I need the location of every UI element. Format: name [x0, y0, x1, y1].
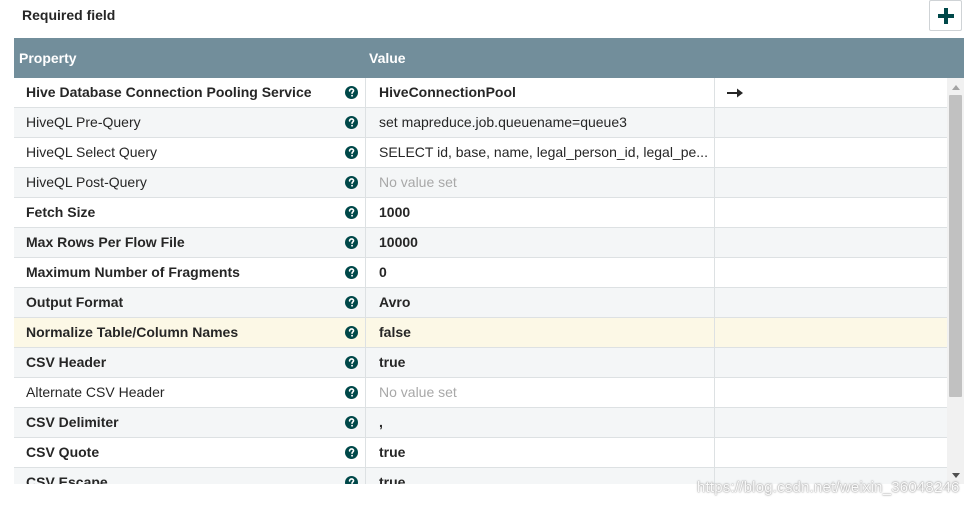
question-circle-icon[interactable] — [341, 168, 361, 197]
question-circle-icon[interactable] — [341, 78, 361, 107]
question-circle-icon[interactable] — [341, 228, 361, 257]
table-row[interactable]: Hive Database Connection Pooling Service… — [14, 78, 947, 108]
vertical-scrollbar[interactable] — [947, 78, 964, 484]
property-value[interactable]: 0 — [365, 258, 714, 287]
property-name: Maximum Number of Fragments — [26, 264, 240, 280]
property-name: Hive Database Connection Pooling Service — [26, 84, 312, 100]
property-action-cell — [714, 198, 947, 227]
property-action-cell — [714, 348, 947, 377]
table-row[interactable]: Maximum Number of Fragments 0 — [14, 258, 947, 288]
property-action-cell — [714, 318, 947, 347]
question-circle-icon[interactable] — [341, 198, 361, 227]
property-action-cell — [714, 138, 947, 167]
column-header-value[interactable]: Value — [369, 38, 406, 78]
properties-table: Property Value Hive Database Connection … — [14, 38, 964, 484]
question-circle-icon[interactable] — [341, 378, 361, 407]
watermark-url: https://blog.csdn.net/weixin_36048246 — [697, 479, 960, 496]
property-name: HiveQL Post-Query — [26, 174, 147, 190]
property-value[interactable]: true — [365, 468, 714, 484]
table-row[interactable]: CSV Header true — [14, 348, 947, 378]
property-action-cell[interactable] — [714, 78, 947, 107]
property-name: CSV Quote — [26, 444, 100, 460]
column-header-property[interactable]: Property — [19, 38, 77, 78]
property-value[interactable]: Avro — [365, 288, 714, 317]
table-row[interactable]: HiveQL Pre-Query set mapreduce.job.queuen… — [14, 108, 947, 138]
property-action-cell — [714, 168, 947, 197]
property-name: CSV Escape — [26, 474, 108, 484]
required-field-label: Required field — [22, 7, 116, 23]
property-name: Fetch Size — [26, 204, 96, 220]
question-circle-icon[interactable] — [341, 258, 361, 287]
table-row[interactable]: Fetch Size 1000 — [14, 198, 947, 228]
property-value[interactable]: , — [365, 408, 714, 437]
question-circle-icon[interactable] — [341, 108, 361, 137]
property-name: CSV Delimiter — [26, 414, 119, 430]
question-circle-icon[interactable] — [341, 318, 361, 347]
question-circle-icon[interactable] — [341, 468, 361, 484]
property-action-cell — [714, 438, 947, 467]
property-action-cell — [714, 228, 947, 257]
property-name: Alternate CSV Header — [26, 384, 165, 400]
property-value[interactable]: SELECT id, base, name, legal_person_id, … — [365, 138, 714, 167]
table-row[interactable]: HiveQL Select Query SELECT id, base, name… — [14, 138, 947, 168]
table-row[interactable]: Max Rows Per Flow File 10000 — [14, 228, 947, 258]
question-circle-icon[interactable] — [341, 288, 361, 317]
question-circle-icon[interactable] — [341, 408, 361, 437]
table-row[interactable]: CSV Delimiter, — [14, 408, 947, 438]
toolbar: Required field — [0, 0, 978, 36]
property-value-empty[interactable]: No value set — [365, 168, 714, 197]
table-row[interactable]: CSV Quote true — [14, 438, 947, 468]
plus-icon — [937, 7, 954, 24]
property-value[interactable]: set mapreduce.job.queuename=queue3 — [365, 108, 714, 137]
table-row[interactable]: Output Format Avro — [14, 288, 947, 318]
property-name: Normalize Table/Column Names — [26, 324, 239, 340]
property-value[interactable]: 1000 — [365, 198, 714, 227]
table-row[interactable]: Normalize Table/Column Names false — [14, 318, 947, 348]
question-circle-icon[interactable] — [341, 138, 361, 167]
arrow-right-icon[interactable] — [727, 88, 743, 98]
question-circle-icon[interactable] — [341, 348, 361, 377]
property-value[interactable]: true — [365, 348, 714, 377]
property-action-cell — [714, 378, 947, 407]
property-name: HiveQL Select Query — [26, 144, 157, 160]
table-row[interactable]: Alternate CSV Header No value set — [14, 378, 947, 408]
property-value[interactable]: 10000 — [365, 228, 714, 257]
property-name: CSV Header — [26, 354, 107, 370]
table-body: Hive Database Connection Pooling Service… — [14, 78, 947, 484]
question-circle-icon[interactable] — [341, 438, 361, 467]
property-action-cell — [714, 288, 947, 317]
scrollbar-thumb[interactable] — [949, 95, 962, 397]
property-value[interactable]: false — [365, 318, 714, 347]
property-name: HiveQL Pre-Query — [26, 114, 141, 130]
table-header: Property Value — [14, 38, 964, 78]
scroll-up-arrow-icon[interactable] — [947, 80, 964, 94]
add-property-button[interactable] — [929, 0, 962, 31]
property-name: Max Rows Per Flow File — [26, 234, 185, 250]
property-name: Output Format — [26, 294, 124, 310]
property-value[interactable]: HiveConnectionPool — [365, 78, 714, 107]
property-action-cell — [714, 408, 947, 437]
property-action-cell — [714, 108, 947, 137]
table-row[interactable]: HiveQL Post-Query No value set — [14, 168, 947, 198]
property-value-empty[interactable]: No value set — [365, 378, 714, 407]
property-value[interactable]: true — [365, 438, 714, 467]
property-action-cell — [714, 258, 947, 287]
